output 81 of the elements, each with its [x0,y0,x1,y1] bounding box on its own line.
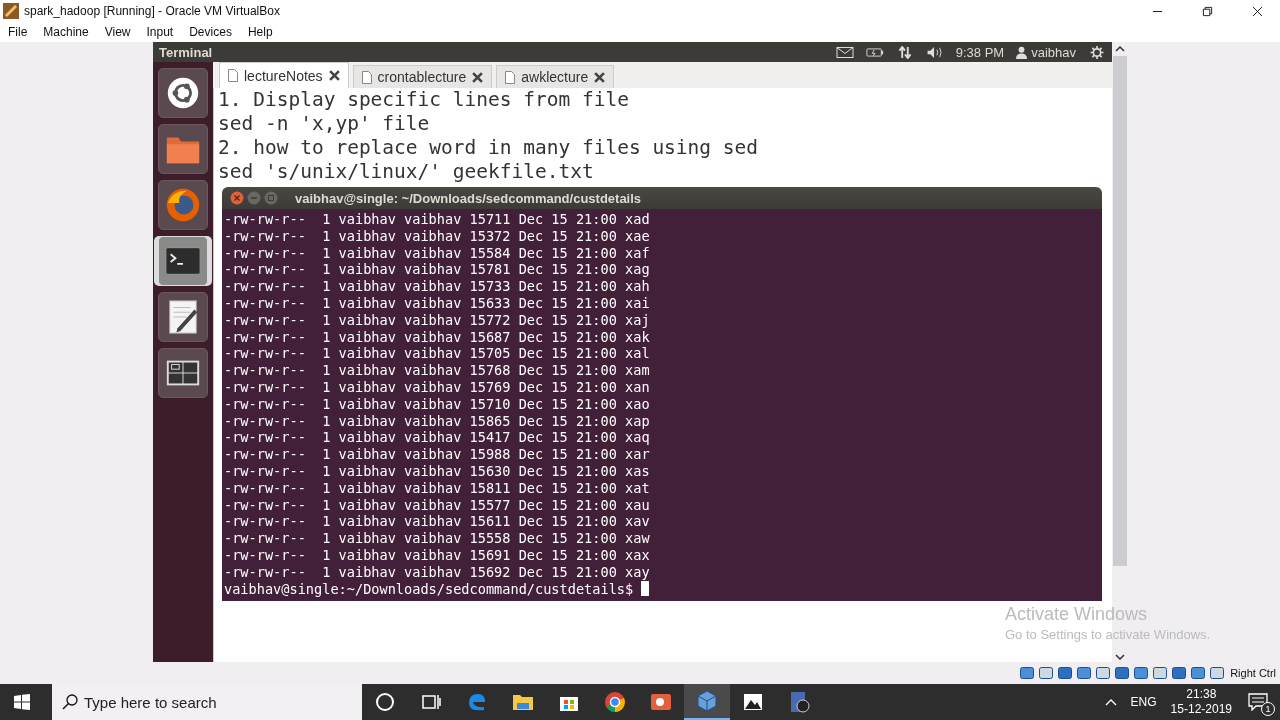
terminal-line: -rw-rw-r-- 1 vaibhav vaibhav 15705 Dec 15 21:00 xal [224,345,651,363]
terminal-line: -rw-rw-r-- 1 vaibhav vaibhav 15988 Dec 15 21:00 xar [224,446,651,463]
restore-icon[interactable] [1202,5,1213,17]
terminal-line: -rw-rw-r-- 1 vaibhav vaibhav 15811 Dec 15 21:00 xat [224,479,651,497]
text-line: 1. Display specific lines from file [218,88,630,112]
terminal-line: -rw-rw-r-- 1 vaibhav vaibhav 15558 Dec 15 21:00 xaw [224,530,651,547]
browser-icon [164,186,202,224]
menu-item[interactable]: File [8,25,28,39]
tab-label: crontablecture [377,69,467,85]
text-cursor [641,580,650,596]
shell-prompt: vaibhav@single:~/Downloads/sedcommand/custdetails$ [224,580,634,598]
terminal-line: -rw-rw-r-- 1 vaibhav vaibhav 15611 Dec 15 21:00 xav [224,513,651,531]
text-line: 2. how to replace word in many files using sed [218,136,760,160]
clock[interactable]: 9:38 PM [955,44,1005,60]
menu-item[interactable]: Help [247,25,273,39]
host-key-label: Right Ctrl [1230,667,1276,679]
user-icon [1016,45,1028,59]
activation-title: Activate Windows [1005,604,1149,625]
terminal-line: -rw-rw-r-- 1 vaibhav vaibhav 15691 Dec 15 21:00 xax [224,546,651,564]
user-name[interactable]: vaibhav [1031,44,1076,60]
terminal-line: -rw-rw-r-- 1 vaibhav vaibhav 15772 Dec 15 21:00 xaj [224,311,651,329]
search-icon [62,694,78,710]
terminal-line: -rw-rw-r-- 1 vaibhav vaibhav 15769 Dec 15 21:00 xan [224,378,651,396]
terminal-line: -rw-rw-r-- 1 vaibhav vaibhav 15577 Dec 15 21:00 xau [224,496,651,514]
mail-icon[interactable] [835,45,854,59]
close-icon[interactable] [328,70,340,81]
terminal-line: -rw-rw-r-- 1 vaibhav vaibhav 15630 Dec 15 21:00 xas [224,462,651,480]
message-icon [1248,693,1268,711]
editor-tab[interactable]: crontablecture [352,65,493,88]
document-icon [505,70,516,84]
browser-icon [603,690,627,714]
tab-label: lectureNotes [244,67,323,84]
terminal-line: -rw-rw-r-- 1 vaibhav vaibhav 15692 Dec 15 21:00 xay [224,563,651,581]
window-title: spark_hadoop [Running] - Oracle VM VirtualBox [24,4,280,18]
clock[interactable]: 21:38 15-12-2019 [1170,687,1232,717]
tab-label: awklecture [521,69,589,85]
launcher-item[interactable] [158,68,208,118]
terminal-line: -rw-rw-r-- 1 vaibhav vaibhav 15687 Dec 15 21:00 xak [224,328,651,346]
menu-item[interactable]: Devices [189,25,232,39]
document-icon [361,70,372,84]
editor-tab[interactable]: awklecture [496,65,615,88]
scroll-up-icon[interactable] [1115,46,1125,52]
terminal-line: -rw-rw-r-- 1 vaibhav vaibhav 15768 Dec 15 21:00 xam [224,362,651,379]
scroll-down-icon[interactable] [1115,654,1125,660]
windows-start-icon[interactable] [14,694,30,710]
text-line: sed 's/unix/linux/' geekfile.txt [218,160,595,184]
app-name: Terminal [159,44,213,60]
caret-icon[interactable] [1104,698,1117,706]
search-field[interactable]: Type here to search [52,684,362,720]
menu-item[interactable]: View [104,25,131,39]
battery-icon[interactable] [865,45,884,59]
close-icon[interactable] [594,71,606,83]
terminal-line: -rw-rw-r-- 1 vaibhav vaibhav 15584 Dec 15 21:00 xaf [224,244,651,262]
scrollbar-thumb[interactable] [1113,56,1127,566]
document-icon [228,69,238,82]
launcher-item[interactable] [158,348,208,398]
terminal-line: -rw-rw-r-- 1 vaibhav vaibhav 15633 Dec 15 21:00 xai [224,295,651,312]
text-line: sed -n 'x,yp' file [218,112,431,136]
settings-icon[interactable] [1088,45,1106,59]
launcher-item[interactable] [158,292,208,342]
terminal-line: -rw-rw-r-- 1 vaibhav vaibhav 15710 Dec 15 21:00 xao [224,395,651,413]
notification-badge: 1 [1261,702,1275,716]
editor-tab[interactable]: lectureNotes [219,62,349,88]
close-icon[interactable] [1252,5,1263,17]
menu-item[interactable]: Input [146,25,174,39]
menu-item[interactable]: Machine [43,25,89,39]
terminal-line: -rw-rw-r-- 1 vaibhav vaibhav 15417 Dec 15 21:00 xaq [224,429,651,447]
terminal-line: -rw-rw-r-- 1 vaibhav vaibhav 15865 Dec 15 21:00 xap [224,412,651,430]
terminal-line: -rw-rw-r-- 1 vaibhav vaibhav 15781 Dec 15 21:00 xag [224,261,651,279]
terminal-title: vaibhav@single: ~/Downloads/sedcommand/custdetails [295,190,642,206]
close-icon[interactable] [472,71,484,83]
app-icon [3,3,19,19]
volume-icon[interactable] [925,45,944,59]
notification-button[interactable]: 1 [1248,690,1272,714]
terminal-line: -rw-rw-r-- 1 vaibhav vaibhav 15733 Dec 15 21:00 xah [224,278,651,295]
terminal-line: -rw-rw-r-- 1 vaibhav vaibhav 15711 Dec 15 21:00 xad [224,211,651,228]
cube-icon [695,689,719,713]
launcher-item[interactable] [158,180,208,230]
circle-icon [373,690,397,714]
language-indicator[interactable]: ENG [1130,695,1157,709]
terminal-line: -rw-rw-r-- 1 vaibhav vaibhav 15372 Dec 15 21:00 xae [224,227,651,245]
